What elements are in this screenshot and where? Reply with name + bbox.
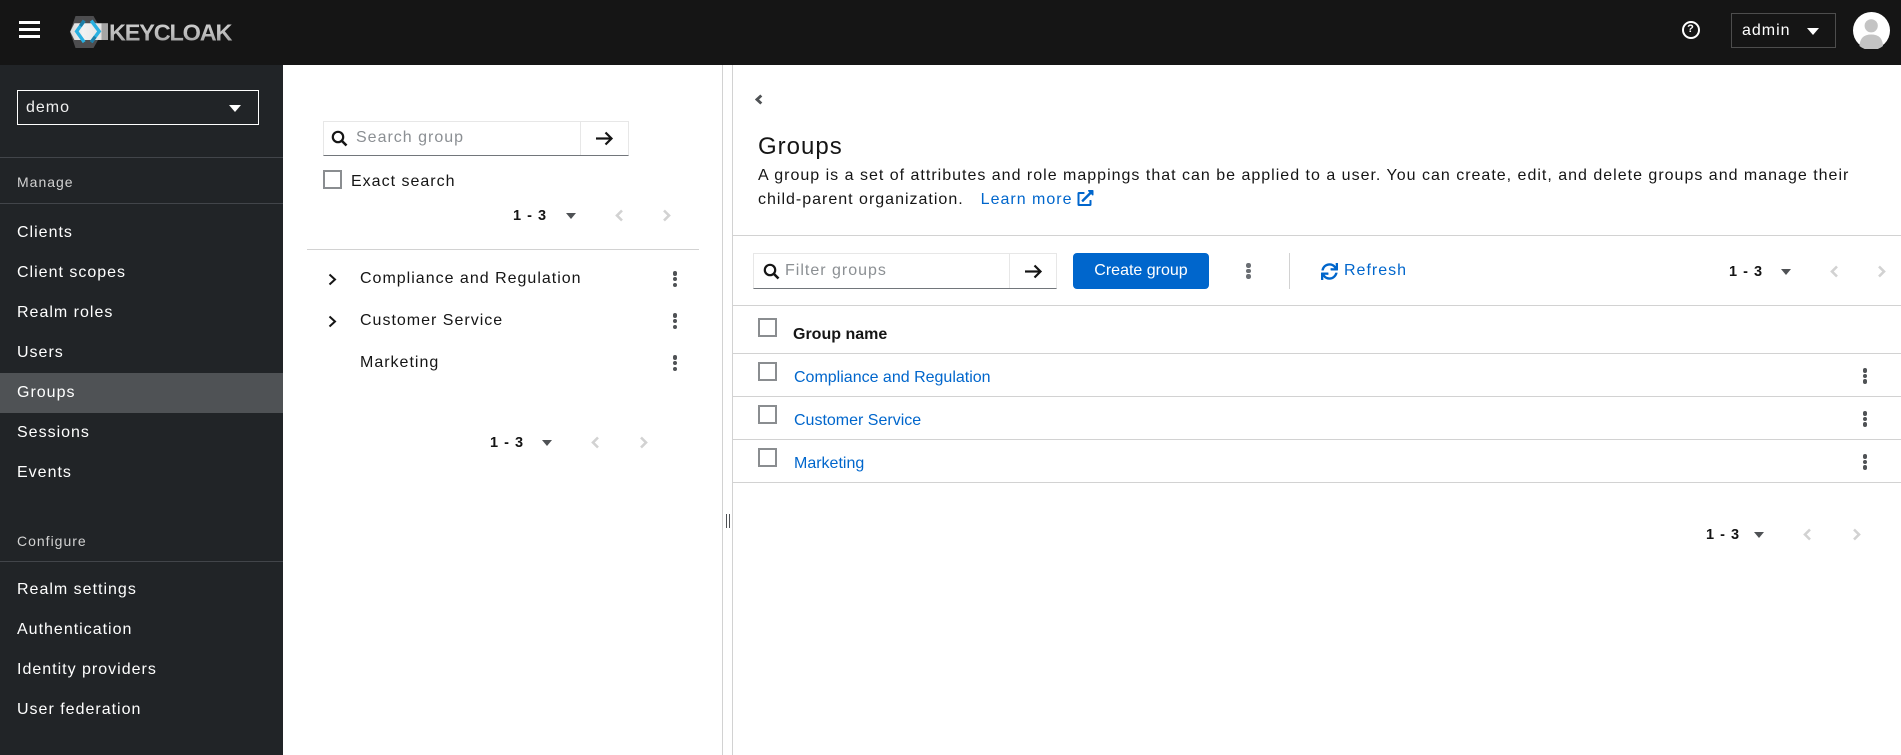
svg-text:KEYCLOAK: KEYCLOAK	[109, 19, 232, 45]
